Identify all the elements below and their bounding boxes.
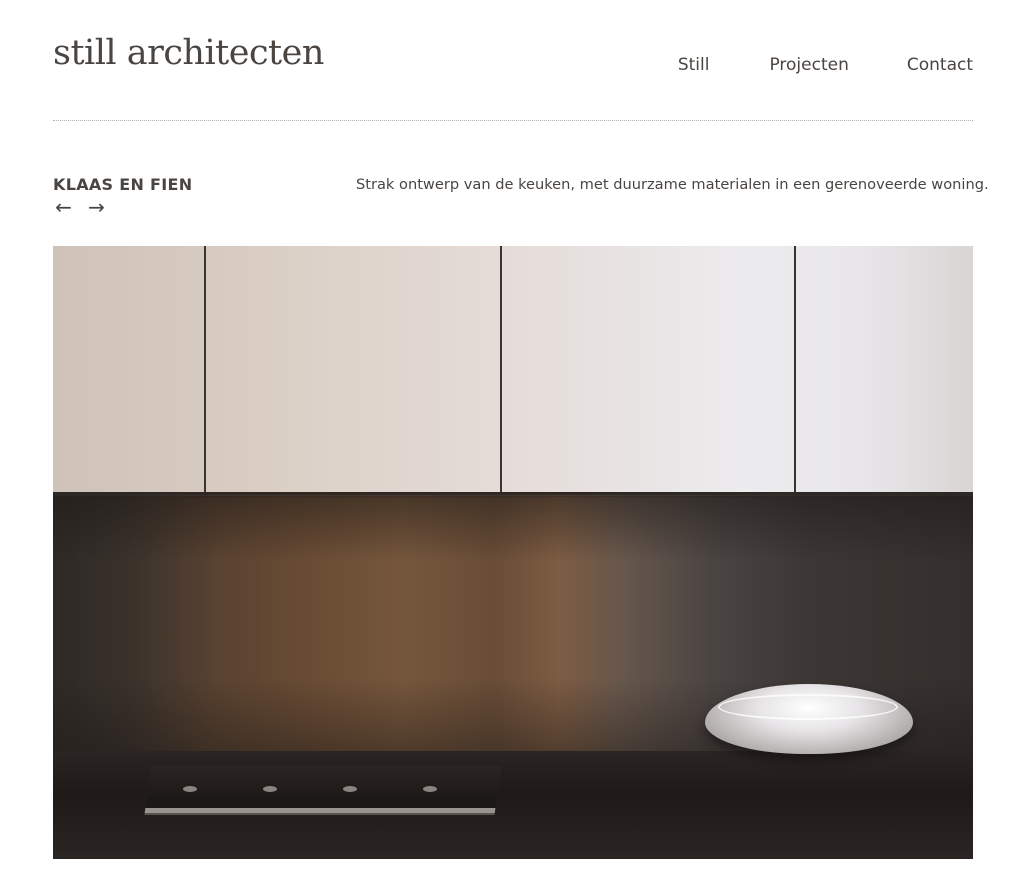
photo-cooktop [144,766,502,813]
photo-bowl-rim [718,694,898,720]
photo-cabinet-seam [794,246,796,494]
photo-cabinet-seam [500,246,502,494]
arrow-left-icon[interactable]: ← [52,197,75,217]
project-photo[interactable] [53,246,973,859]
photo-burner [183,786,197,792]
project-navigation: ← → [52,197,108,217]
photo-burner [263,786,277,792]
nav-item-still[interactable]: Still [678,55,710,75]
nav-item-contact[interactable]: Contact [907,55,973,75]
site-logo[interactable]: still architecten [53,36,324,71]
main-nav: Still Projecten Contact [678,55,973,75]
project-title: KLAAS EN FIEN [53,175,193,194]
nav-item-projecten[interactable]: Projecten [769,55,848,75]
photo-burner [343,786,357,792]
project-description: Strak ontwerp van de keuken, met duurzam… [356,176,989,193]
photo-burner [423,786,437,792]
photo-cabinet-seam [204,246,206,494]
header-divider [53,120,973,121]
arrow-right-icon[interactable]: → [85,197,108,217]
photo-cabinets [53,246,973,494]
